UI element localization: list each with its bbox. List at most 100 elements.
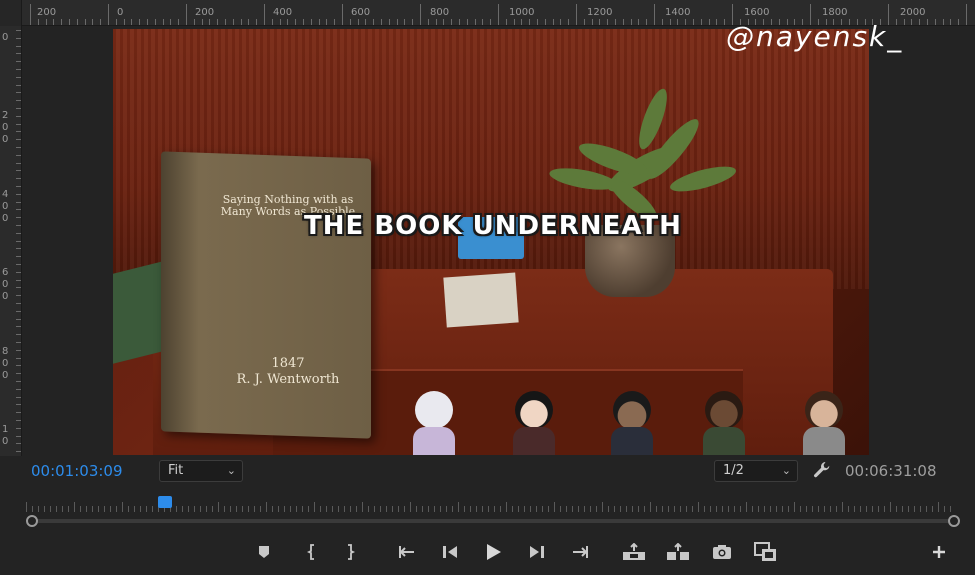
- playback-resolution-select[interactable]: 1/2 ⌄: [714, 460, 798, 482]
- timeline-tick: [860, 506, 861, 512]
- ruler-label: 1000: [509, 7, 535, 18]
- ruler-tick: [16, 232, 21, 234]
- timeline-tick: [842, 502, 843, 512]
- timeline-tick: [728, 506, 729, 512]
- mark-out-button[interactable]: [338, 541, 362, 563]
- timeline-tick: [644, 506, 645, 512]
- ruler-label: 1600: [744, 7, 770, 18]
- lift-icon: [623, 543, 645, 560]
- mark-in-button[interactable]: [300, 541, 324, 563]
- wrench-icon[interactable]: [812, 460, 832, 480]
- export-frame-button[interactable]: [710, 541, 734, 563]
- playhead-timecode[interactable]: 00:01:03:09: [31, 462, 123, 480]
- add-marker-button[interactable]: [252, 541, 276, 563]
- ruler-tick: [661, 19, 663, 25]
- ruler-tick: [295, 19, 297, 25]
- program-monitor-video-frame[interactable]: Saying Nothing with as Many Words as Pos…: [113, 29, 869, 455]
- ruler-tick: [622, 19, 624, 25]
- timeline-tick: [176, 506, 177, 512]
- zoom-scroll-bar[interactable]: [34, 519, 950, 523]
- ruler-tick: [427, 19, 429, 25]
- ruler-tick: [100, 19, 102, 25]
- go-to-in-button[interactable]: [395, 541, 419, 563]
- ruler-tick: [381, 19, 382, 25]
- timeline-tick: [224, 506, 225, 512]
- timeline-tick: [704, 506, 705, 512]
- comparison-view-button[interactable]: [754, 541, 778, 563]
- ruler-tick: [16, 396, 21, 398]
- ruler-tick: [16, 365, 21, 367]
- book-cover-year: 1847: [271, 356, 305, 371]
- timeline-tick: [608, 506, 609, 512]
- zoom-level-select[interactable]: Fit ⌄: [159, 460, 243, 482]
- play-button[interactable]: [481, 541, 505, 563]
- ruler-label: 0: [2, 279, 9, 290]
- ruler-label: 1: [2, 424, 9, 435]
- step-back-button[interactable]: [438, 541, 462, 563]
- ruler-label: 2000: [900, 7, 926, 18]
- ruler-tick: [16, 326, 21, 328]
- step-forward-button[interactable]: [525, 541, 549, 563]
- scroll-bar-end-handle[interactable]: [948, 515, 960, 527]
- timeline-tick: [590, 506, 591, 512]
- ruler-tick: [927, 19, 928, 25]
- ruler-label: 600: [351, 7, 371, 18]
- ruler-tick: [615, 19, 616, 25]
- ruler-tick: [16, 37, 21, 39]
- timeline-tick: [332, 506, 333, 512]
- ruler-tick: [30, 4, 31, 25]
- ruler-tick: [16, 92, 21, 94]
- ruler-tick: [591, 19, 593, 25]
- button-editor-add-button[interactable]: [927, 541, 951, 563]
- ruler-label: 200: [37, 7, 57, 18]
- playhead[interactable]: [157, 496, 172, 508]
- ruler-tick: [16, 45, 21, 47]
- ruler-tick: [16, 256, 21, 258]
- timeline-tick: [74, 502, 75, 512]
- timeline-tick: [242, 506, 243, 512]
- ruler-tick: [16, 30, 21, 31]
- ruler-tick: [16, 123, 21, 125]
- ruler-label: 0: [2, 32, 9, 43]
- scroll-bar-start-handle[interactable]: [26, 515, 38, 527]
- add-button-icon: [933, 546, 945, 558]
- ruler-tick: [451, 19, 453, 25]
- timeline-tick: [830, 506, 831, 512]
- timeline-tick: [482, 506, 483, 512]
- timeline-tick: [284, 506, 285, 512]
- streamer-avatars: [399, 381, 859, 455]
- ruler-tick: [513, 19, 515, 25]
- ruler-tick: [37, 19, 39, 25]
- ruler-tick: [16, 201, 21, 203]
- timeline-tick: [434, 506, 435, 512]
- timeline-tick: [776, 506, 777, 512]
- ruler-label: 0: [2, 134, 9, 145]
- ruler-tick: [310, 19, 312, 25]
- timeline-tick: [404, 506, 405, 512]
- timeline-tick: [836, 506, 837, 512]
- timeline-tick: [554, 502, 555, 512]
- ruler-tick: [16, 435, 21, 437]
- ruler-tick: [16, 209, 21, 211]
- mark-in-icon: [306, 544, 314, 560]
- go-to-out-button[interactable]: [568, 541, 592, 563]
- timeline-tick: [428, 506, 429, 512]
- avatar: [409, 391, 457, 455]
- timeline-tick: [818, 506, 819, 512]
- ruler-tick: [131, 19, 133, 25]
- ruler-tick: [669, 19, 671, 25]
- extract-button[interactable]: [666, 541, 690, 563]
- ruler-tick: [201, 19, 203, 25]
- timeline-tick: [578, 506, 579, 512]
- ruler-tick: [16, 271, 21, 273]
- timeline-tick: [374, 506, 375, 512]
- ruler-tick: [16, 388, 21, 390]
- lift-button[interactable]: [622, 541, 646, 563]
- timeline-tick: [866, 506, 867, 512]
- ruler-tick: [16, 193, 21, 195]
- timeline-tick: [248, 506, 249, 512]
- timeline-tick: [614, 506, 615, 512]
- ruler-tick: [911, 19, 913, 25]
- timeline-tick: [212, 506, 213, 512]
- timeline-tick: [746, 502, 747, 512]
